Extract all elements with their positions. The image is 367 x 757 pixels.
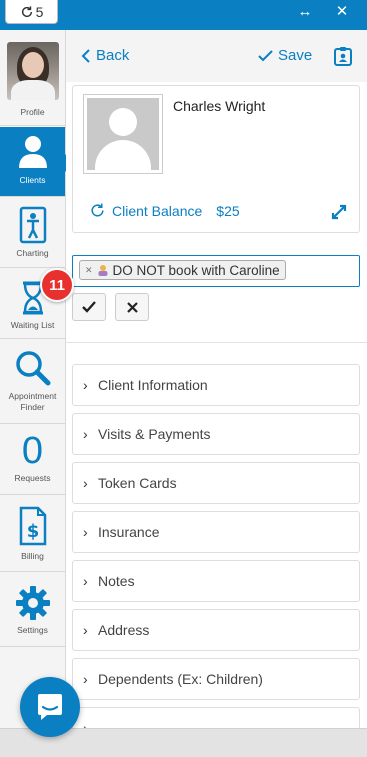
chevron-left-icon	[81, 48, 90, 63]
person-emoji-icon	[98, 265, 108, 276]
chat-launcher-button[interactable]	[20, 677, 80, 737]
double-arrow-icon[interactable]: ↔	[293, 0, 317, 22]
sidebar-item-clients[interactable]: Clients	[0, 127, 65, 197]
invoice-dollar-icon: $	[19, 506, 46, 546]
chevron-right-icon: ›	[83, 671, 88, 687]
top-bar: 5 ↔ ✕	[0, 0, 367, 30]
alert-tag: ✕ DO NOT book with Caroline	[79, 260, 286, 280]
refresh-button[interactable]: 5	[5, 0, 58, 24]
expand-icon[interactable]	[331, 204, 347, 220]
cancel-alert-button[interactable]	[115, 293, 149, 321]
client-balance-amount: $25	[216, 202, 240, 219]
section-insurance[interactable]: › Insurance	[72, 511, 360, 553]
client-panel: Back Save Charles Wright Client Balance …	[66, 30, 367, 728]
svg-text:$: $	[26, 521, 39, 542]
back-label: Back	[96, 47, 130, 64]
section-client-information[interactable]: › Client Information	[72, 364, 360, 406]
section-label: Notes	[98, 573, 135, 589]
sidebar-item-label: Appointment Finder	[8, 391, 57, 412]
section-partial[interactable]: ›	[72, 707, 360, 728]
sidebar-item-label: Waiting List	[10, 320, 55, 330]
section-notes[interactable]: › Notes	[72, 560, 360, 602]
chevron-right-icon: ›	[83, 622, 88, 638]
section-token-cards[interactable]: › Token Cards	[72, 462, 360, 504]
sidebar-item-label: Settings	[17, 625, 48, 635]
sidebar-item-label: Clients	[19, 175, 46, 185]
save-label: Save	[278, 47, 313, 64]
magnifier-icon	[15, 351, 50, 386]
close-icon	[126, 301, 138, 313]
client-photo-placeholder[interactable]	[83, 94, 163, 174]
section-label: Visits & Payments	[98, 426, 211, 442]
sidebar-item-profile[interactable]: Profile	[0, 30, 65, 126]
sidebar-item-requests[interactable]: 0 Requests	[0, 425, 65, 495]
client-balance-label: Client Balance	[112, 202, 203, 219]
refresh-icon	[21, 5, 32, 17]
sidebar-item-appointment-finder[interactable]: Appointment Finder	[0, 340, 65, 424]
chevron-right-icon: ›	[83, 720, 88, 728]
section-address[interactable]: › Address	[72, 609, 360, 651]
section-label: Address	[98, 622, 150, 638]
divider	[66, 342, 367, 343]
section-label: Dependents (Ex: Children)	[98, 671, 263, 687]
sidebar-item-label: Requests	[14, 473, 51, 483]
chevron-right-icon: ›	[83, 524, 88, 540]
client-alert-input[interactable]: ✕ DO NOT book with Caroline	[72, 255, 360, 287]
save-button[interactable]: Save	[258, 47, 312, 64]
close-icon[interactable]: ✕	[330, 0, 354, 22]
remove-tag-icon[interactable]: ✕	[85, 265, 93, 276]
requests-count: 0	[21, 430, 44, 472]
section-label: Insurance	[98, 524, 160, 540]
sidebar-item-billing[interactable]: $ Billing	[0, 496, 65, 572]
section-dependents[interactable]: › Dependents (Ex: Children)	[72, 658, 360, 700]
section-label: Client Information	[98, 377, 208, 393]
back-button[interactable]: Back	[81, 47, 129, 64]
checkmark-icon	[82, 301, 96, 313]
gear-icon	[15, 586, 50, 620]
section-visits-payments[interactable]: › Visits & Payments	[72, 413, 360, 455]
sidebar-item-label: Charting	[16, 248, 49, 258]
profile-avatar	[6, 42, 59, 100]
notification-badge: 11	[40, 268, 74, 302]
client-summary-card: Charles Wright Client Balance $25	[72, 85, 360, 233]
client-name: Charles Wright	[173, 98, 266, 114]
clipboard-contact-icon[interactable]	[334, 46, 352, 66]
sidebar-item-settings[interactable]: Settings	[0, 573, 65, 647]
chevron-right-icon: ›	[83, 475, 88, 491]
refresh-icon	[91, 203, 104, 217]
checkmark-icon	[258, 49, 273, 61]
chevron-right-icon: ›	[83, 426, 88, 442]
chat-icon	[38, 694, 62, 720]
panel-header: Back Save	[66, 30, 367, 82]
alert-tag-text: DO NOT book with Caroline	[112, 262, 280, 278]
client-balance-link[interactable]: Client Balance $25	[89, 202, 240, 219]
chart-figure-icon	[19, 206, 46, 244]
person-icon	[18, 136, 47, 168]
confirm-alert-button[interactable]	[72, 293, 106, 321]
refresh-count: 5	[35, 3, 44, 20]
chevron-right-icon: ›	[83, 573, 88, 589]
sidebar-item-label: Profile	[20, 107, 45, 117]
sidebar-item-label: Billing	[21, 551, 44, 561]
sidebar: Profile Clients Charting Waiting List Ap…	[0, 30, 66, 728]
section-label: Token Cards	[98, 475, 177, 491]
sidebar-item-charting[interactable]: Charting	[0, 198, 65, 268]
chevron-right-icon: ›	[83, 377, 88, 393]
